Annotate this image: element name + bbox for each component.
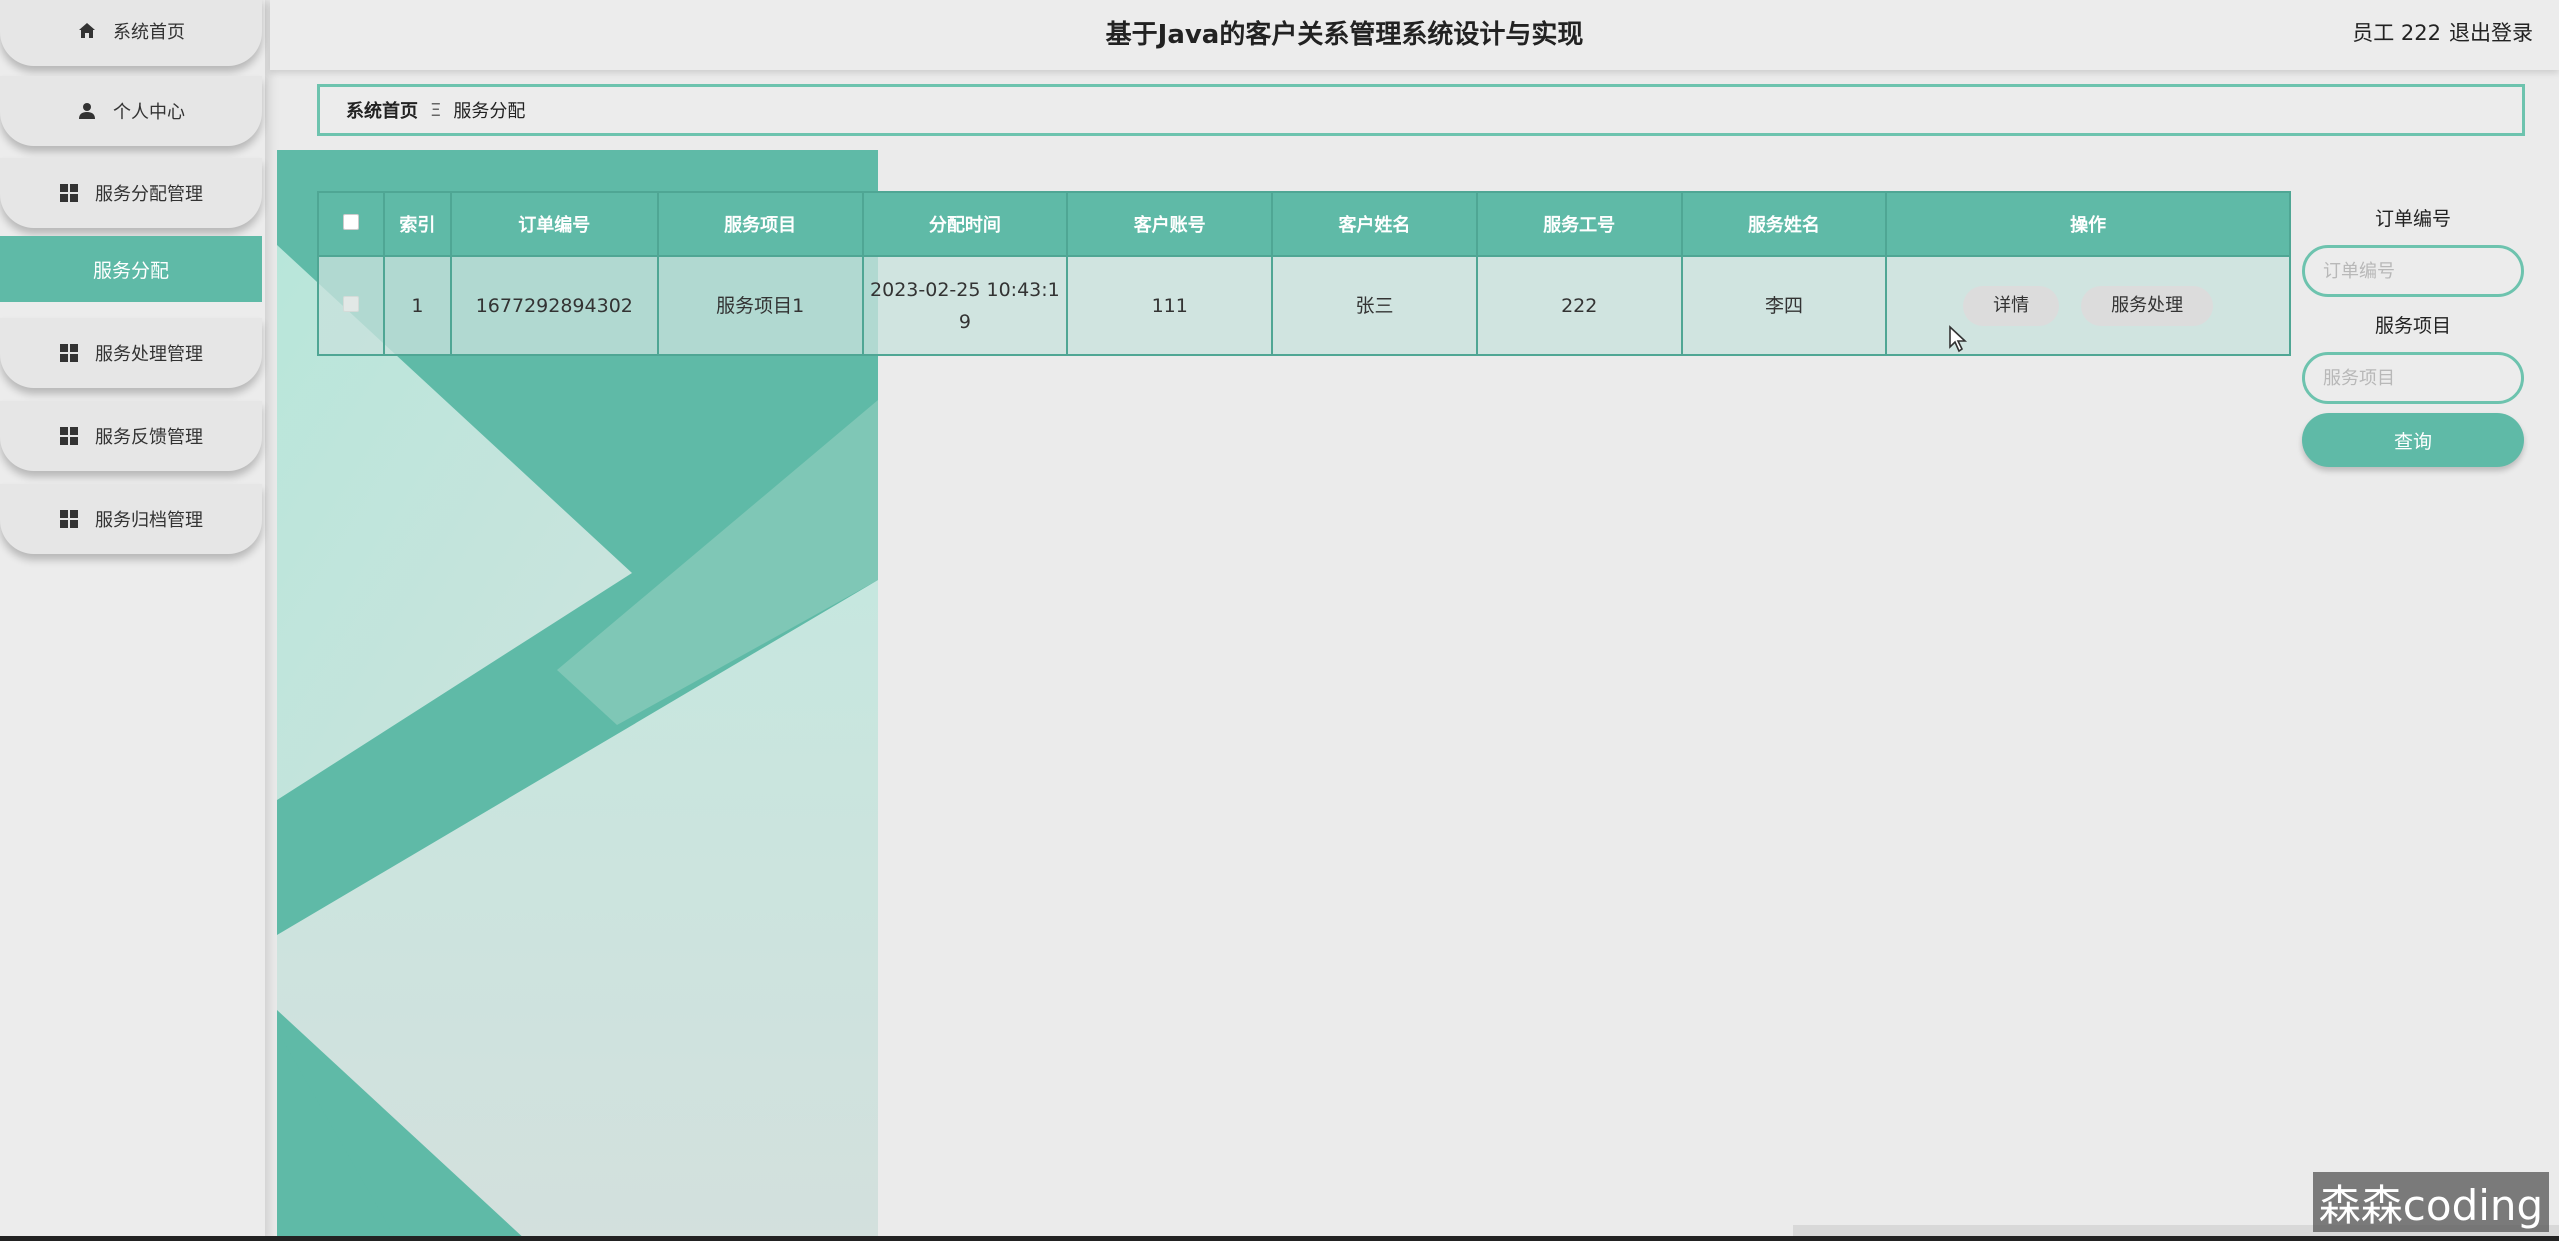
column-header: 客户账号: [1066, 191, 1274, 257]
row-select-cell: [317, 255, 385, 356]
table-row: 1 1677292894302 服务项目1 2023-02-25 10:43:1…: [317, 255, 2291, 356]
service-process-button[interactable]: 服务处理: [2081, 285, 2214, 326]
sidebar-item-label: 服务分配: [92, 259, 169, 282]
table-header-row: 索引 订单编号 服务项目 分配时间 客户账号 客户姓名 服务工号 服务姓名 操作: [317, 191, 2291, 257]
sidebar-item-label: 个人中心: [113, 102, 185, 123]
sidebar-item-home[interactable]: 系统首页: [0, 0, 262, 66]
service-item-label: 服务项目: [2374, 315, 2451, 337]
breadcrumb: 系统首页 Ξ 服务分配: [317, 84, 2525, 136]
sidebar-item-service-assign-mgmt[interactable]: 服务分配管理: [0, 158, 262, 228]
logout-link[interactable]: 退出登录: [2449, 17, 2533, 47]
service-item-search-input[interactable]: [2302, 352, 2524, 404]
sidebar: 系统首页 个人中心 服务分配管理 服务分配 服务处理管理 服务反馈管理 服务归档…: [0, 0, 265, 1241]
select-all-cell: [317, 191, 385, 257]
assign-time-line: 9: [958, 310, 971, 333]
order-no-label: 订单编号: [2374, 208, 2451, 230]
sidebar-item-label: 系统首页: [113, 22, 185, 43]
column-header: 服务工号: [1475, 191, 1683, 257]
column-header: 分配时间: [861, 191, 1069, 257]
grid-icon: [59, 183, 79, 203]
search-button[interactable]: 查询: [2302, 413, 2524, 467]
column-header: 索引: [382, 191, 452, 257]
sidebar-subitem-service-assign[interactable]: 服务分配: [0, 236, 262, 302]
current-user-label: 员工 222: [2352, 21, 2441, 45]
page-title: 基于Java的客户关系管理系统设计与实现: [1105, 20, 1584, 50]
cell-customer-name: 张三: [1271, 255, 1478, 356]
watermark: 森森coding: [2313, 1172, 2549, 1232]
sidebar-item-service-archive-mgmt[interactable]: 服务归档管理: [0, 484, 262, 554]
assign-time-line: 2023-02-25 10:43:1: [870, 278, 1060, 301]
order-no-search-input[interactable]: [2302, 245, 2524, 297]
cell-service-name: 李四: [1680, 255, 1888, 356]
bottom-edge: [0, 1236, 2559, 1241]
cell-service-item: 服务项目1: [656, 255, 864, 356]
cell-service-no: 222: [1475, 255, 1683, 356]
grid-icon: [59, 426, 79, 446]
sidebar-item-profile[interactable]: 个人中心: [0, 76, 262, 146]
detail-button[interactable]: 详情: [1963, 285, 2060, 326]
user-icon: [77, 101, 97, 121]
sidebar-item-service-feedback-mgmt[interactable]: 服务反馈管理: [0, 401, 262, 471]
select-all-checkbox[interactable]: [342, 213, 359, 230]
breadcrumb-separator-icon: Ξ: [430, 99, 442, 121]
breadcrumb-home[interactable]: 系统首页: [346, 97, 418, 123]
home-icon: [77, 21, 97, 41]
column-header: 操作: [1885, 191, 2291, 257]
cell-index: 1: [382, 255, 452, 356]
cell-assign-time: 2023-02-25 10:43:1 9: [861, 255, 1069, 356]
sidebar-item-service-process-mgmt[interactable]: 服务处理管理: [0, 318, 262, 388]
cell-actions: 详情 服务处理: [1885, 255, 2291, 356]
sidebar-item-label: 服务归档管理: [95, 510, 203, 531]
top-header: 基于Java的客户关系管理系统设计与实现 员工 222 退出登录: [270, 0, 2559, 70]
cell-order-no: 1677292894302: [449, 255, 659, 356]
column-header: 服务姓名: [1680, 191, 1888, 257]
sidebar-item-label: 服务处理管理: [95, 344, 203, 365]
column-header: 订单编号: [449, 191, 659, 257]
mouse-cursor-icon: [1948, 325, 1968, 357]
breadcrumb-current: 服务分配: [453, 101, 526, 122]
sidebar-item-label: 服务反馈管理: [95, 427, 203, 448]
grid-icon: [59, 343, 79, 363]
column-header: 服务项目: [656, 191, 864, 257]
service-assign-table: 索引 订单编号 服务项目 分配时间 客户账号 客户姓名 服务工号 服务姓名 操作…: [317, 191, 2291, 356]
row-checkbox[interactable]: [342, 295, 359, 312]
column-header: 客户姓名: [1271, 191, 1478, 257]
sidebar-item-label: 服务分配管理: [95, 184, 203, 205]
grid-icon: [59, 509, 79, 529]
cell-customer-account: 111: [1066, 255, 1274, 356]
